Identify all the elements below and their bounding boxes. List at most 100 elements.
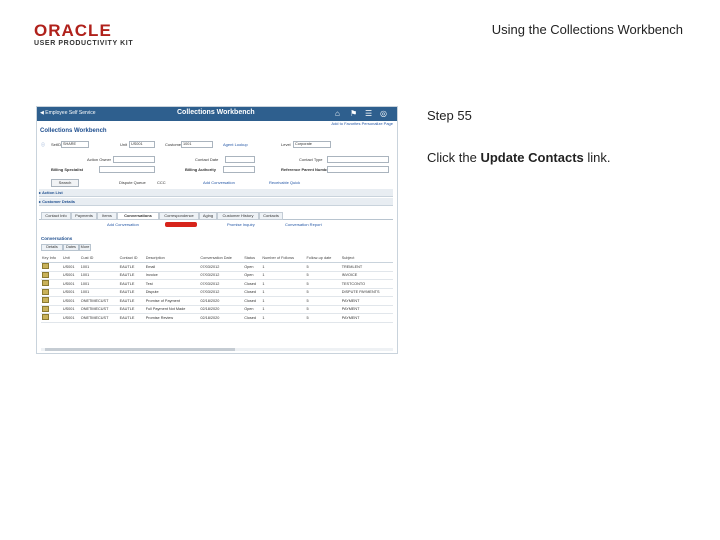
row-detail-icon-cell[interactable] [41, 262, 62, 272]
reference-input[interactable] [327, 166, 389, 173]
conversation-report-link[interactable]: Conversation Report [285, 222, 322, 227]
tab-payments[interactable]: Payments [71, 212, 97, 220]
tab-contacts[interactable]: Contacts [259, 212, 283, 220]
table-cell: 1001 [79, 279, 119, 289]
table-cell: US001 [61, 271, 80, 280]
search-button[interactable]: Search [51, 179, 79, 187]
table-cell: Closed [243, 296, 262, 306]
billing-authority-input[interactable] [223, 166, 255, 173]
table-row[interactable]: US001 ONETIMECUST EAUTLE Promise of Payment… [41, 296, 393, 306]
slide-title: Using the Collections Workbench [491, 22, 683, 37]
contact-type-label: Contact Type [299, 157, 323, 162]
menu-icon[interactable]: ☰ [365, 109, 372, 118]
folder-icon[interactable] [42, 297, 49, 304]
table-cell: ONETIMECUST [79, 305, 119, 314]
table-cell: EAUTLE [118, 279, 145, 289]
table-cell: 5 [305, 305, 341, 314]
table-cell: 1 [261, 305, 306, 314]
row-detail-icon-cell[interactable] [41, 279, 62, 289]
folder-icon[interactable] [42, 280, 49, 287]
contact-date-input[interactable] [225, 156, 255, 163]
grid-tab-more[interactable]: More [79, 244, 91, 251]
update-contacts-highlight[interactable] [165, 222, 197, 227]
row-detail-icon-cell[interactable] [41, 313, 62, 323]
back-link[interactable]: ◀ Employee Self Service [40, 110, 96, 116]
table-cell: Open [243, 305, 262, 314]
table-cell: Test [144, 279, 200, 289]
col-follow-up: Follow-up date [305, 254, 341, 263]
table-row[interactable]: US001 1001 EAUTLE Invoice 07/03/2012 Open 1 5 IN… [41, 271, 393, 280]
dispute-label: Dispute Queue [119, 180, 146, 185]
action-list-section[interactable]: ▸ Action List [39, 189, 393, 197]
row-detail-icon-cell[interactable] [41, 305, 62, 314]
folder-icon[interactable] [42, 314, 49, 321]
horizontal-scrollbar[interactable] [41, 348, 393, 351]
grid-tab-details[interactable]: Details [41, 244, 63, 251]
col-key-info: Key Info [41, 254, 62, 263]
dispute-value: CCC [157, 180, 166, 185]
flag-icon[interactable]: ⚑ [350, 109, 357, 118]
scrollbar-thumb[interactable] [45, 348, 235, 351]
table-cell: Full Payment Not Made [144, 305, 200, 314]
folder-icon[interactable] [42, 288, 49, 295]
table-cell: 1001 [79, 262, 119, 272]
table-cell: 5 [305, 296, 341, 306]
col-description: Description [144, 254, 200, 263]
agent-lookup-link[interactable]: Agent Lookup [223, 142, 248, 147]
table-row[interactable]: US001 ONETIMECUST EAUTLE Full Payment Not M… [41, 305, 393, 314]
table-cell: DISPUTE PAYMENTS [340, 288, 393, 297]
instruction-target: Update Contacts [480, 150, 584, 165]
contact-type-input[interactable] [327, 156, 389, 163]
customer-input[interactable]: 1001 [181, 141, 213, 148]
grid-tab-dates[interactable]: Dates [63, 244, 79, 251]
customer-details-section[interactable]: ▸ Customer Details [39, 198, 393, 206]
unit-input[interactable]: US001 [129, 141, 155, 148]
table-cell: PAYMENT [340, 296, 393, 306]
table-cell: 1001 [79, 271, 119, 280]
receivable-quick-link[interactable]: Receivable Quick [269, 180, 300, 185]
sub-header: Add to Favorites Personalize Page [37, 121, 397, 127]
table-cell: 02/18/2020 [199, 305, 244, 314]
table-row[interactable]: US001 1001 EAUTLE Email 07/03/2012 Open 1 5 TREM… [41, 262, 393, 272]
col-conversation-date: Conversation Date [199, 254, 244, 263]
compass-icon[interactable]: ◎ [380, 109, 387, 118]
table-cell: PAYMENT [340, 305, 393, 314]
logo-upk-text: USER PRODUCTIVITY KIT [34, 40, 134, 47]
add-conversation-link[interactable]: Add Conversation [107, 222, 139, 227]
tab-aging[interactable]: Aging [199, 212, 217, 220]
table-row[interactable]: US001 ONETIMECUST EAUTLE Promise Review 02/1… [41, 313, 393, 323]
subheader-links[interactable]: Add to Favorites Personalize Page [331, 121, 393, 126]
tab-customer-history[interactable]: Customer History [217, 212, 259, 220]
col-cust-id: Cust ID [79, 254, 119, 263]
grid-body: US001 1001 EAUTLE Email 07/03/2012 Open 1 5 TREM… [41, 262, 393, 323]
add-conversation-top-link[interactable]: Add Conversation [203, 180, 235, 185]
folder-icon[interactable] [42, 305, 49, 312]
tab-contact-info[interactable]: Contact Info [41, 212, 71, 220]
folder-icon[interactable] [42, 271, 49, 278]
table-row[interactable]: US001 1001 EAUTLE Test 07/03/2012 Closed 1 5 TES… [41, 279, 393, 289]
row-detail-icon-cell[interactable] [41, 288, 62, 297]
tab-items[interactable]: Items [97, 212, 117, 220]
promise-inquiry-link[interactable]: Promise Inquiry [227, 222, 255, 227]
table-cell: 1 [261, 296, 306, 306]
row-detail-icon-cell[interactable] [41, 271, 62, 280]
setid-label: SetID [51, 142, 62, 147]
logo-oracle-text: ORACLE [34, 21, 112, 40]
col-status: Status [243, 254, 262, 263]
table-row[interactable]: US001 1001 EAUTLE Dispute 07/03/2012 Closed 1 5… [41, 288, 393, 297]
grid-header-row: Key Info Unit Cust ID Contact ID Descrip… [41, 254, 393, 263]
tab-correspondence[interactable]: Correspondence [159, 212, 199, 220]
help-icon[interactable]: ⓘ [41, 142, 45, 148]
billing-specialist-input[interactable] [99, 166, 155, 173]
row-detail-icon-cell[interactable] [41, 296, 62, 306]
home-icon[interactable]: ⌂ [335, 109, 340, 118]
setid-input[interactable]: SHARE [61, 141, 89, 148]
table-cell: US001 [61, 305, 80, 314]
level-input[interactable]: Corporate [293, 141, 331, 148]
folder-icon[interactable] [42, 263, 49, 270]
action-owner-input[interactable] [113, 156, 155, 163]
table-cell: 1 [261, 288, 306, 297]
table-cell: Dispute [144, 288, 200, 297]
tab-conversations[interactable]: Conversations [117, 212, 159, 220]
setid-value: SHARE [63, 142, 77, 146]
